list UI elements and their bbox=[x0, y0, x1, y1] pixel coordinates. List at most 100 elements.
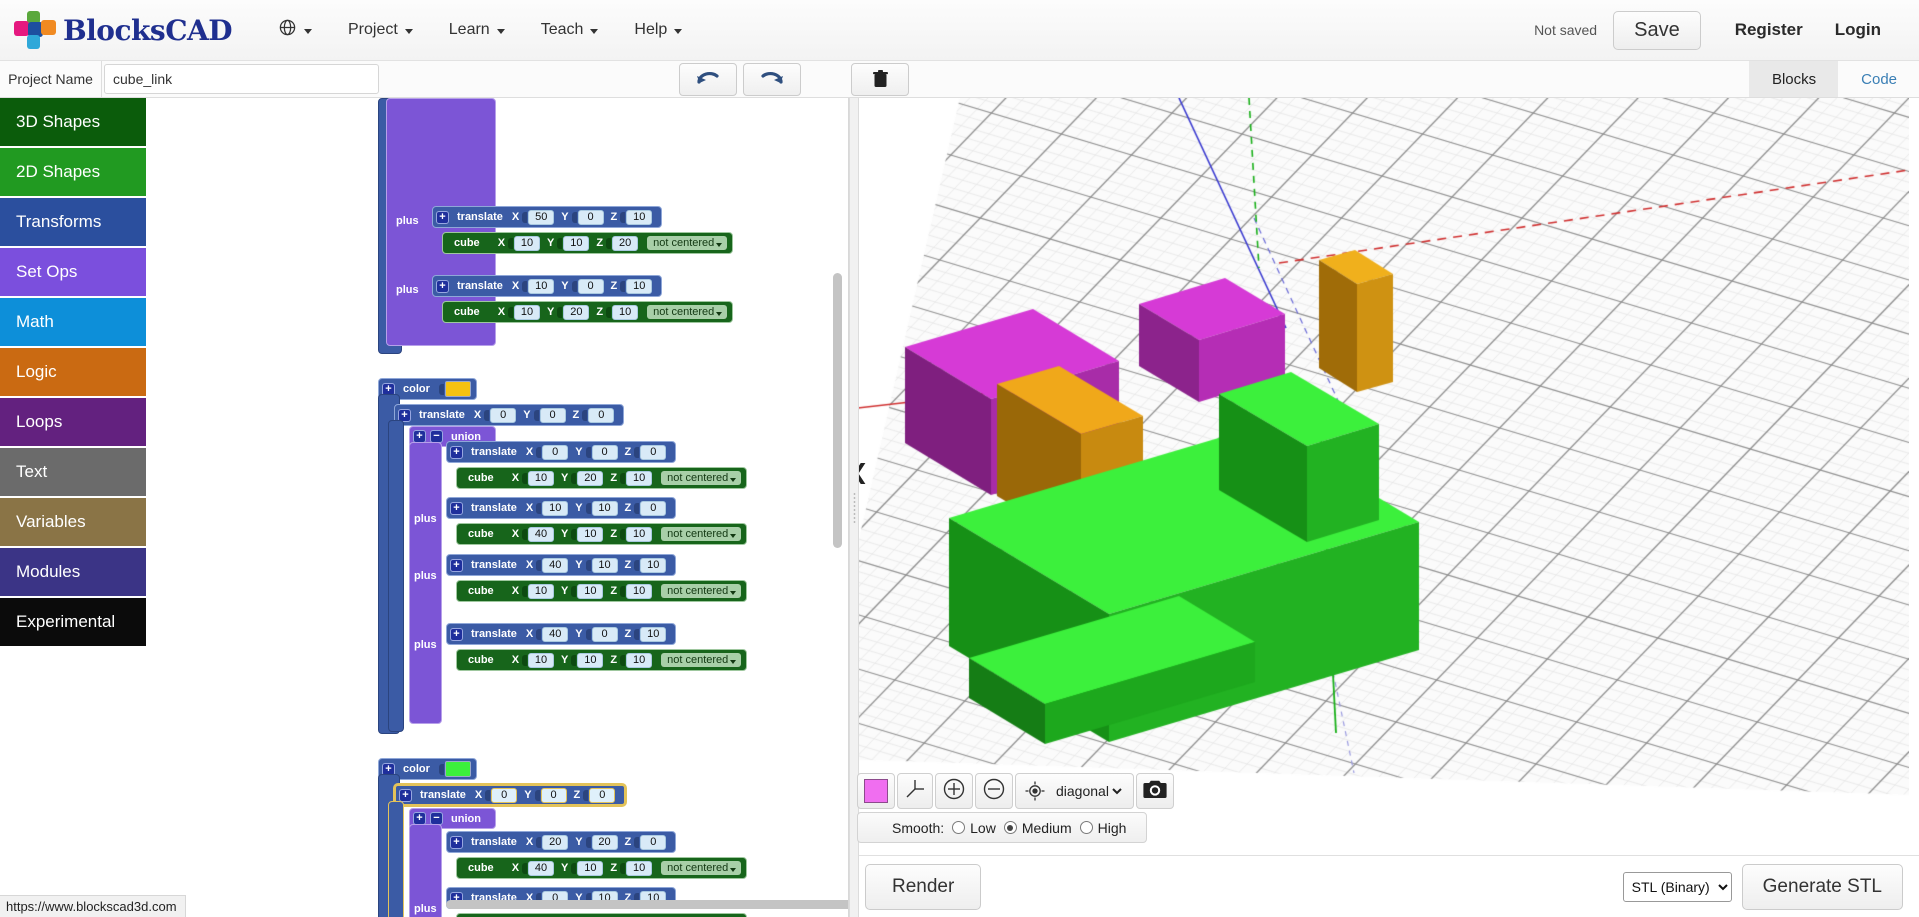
num-field[interactable]: 20 bbox=[612, 235, 639, 251]
sidebar-item-set-ops[interactable]: Set Ops bbox=[0, 248, 146, 296]
num-field[interactable]: 20 bbox=[542, 834, 569, 850]
mutator-plus-icon[interactable]: + bbox=[450, 501, 463, 515]
workspace-vertical-scrollbar[interactable] bbox=[833, 273, 842, 548]
group3-translate-1[interactable]: + translate X 20 Y 20 Z 0 bbox=[446, 831, 677, 853]
nav-help[interactable]: Help bbox=[616, 12, 700, 48]
num-field[interactable]: 10 bbox=[577, 860, 604, 876]
sidebar-item-modules[interactable]: Modules bbox=[0, 548, 146, 596]
num-field[interactable]: 0 bbox=[539, 407, 566, 423]
group2-translate-2[interactable]: + translate X 10 Y 10 Z 0 bbox=[446, 497, 677, 519]
num-field[interactable]: 0 bbox=[589, 787, 616, 803]
centered-dropdown[interactable]: not centered bbox=[647, 236, 728, 250]
num-field[interactable]: 40 bbox=[528, 860, 555, 876]
num-field[interactable]: 10 bbox=[577, 652, 604, 668]
sidebar-item-transforms[interactable]: Transforms bbox=[0, 198, 146, 246]
num-field[interactable]: 0 bbox=[491, 787, 518, 803]
num-field[interactable]: 0 bbox=[577, 278, 604, 294]
num-field[interactable]: 10 bbox=[528, 583, 555, 599]
group2-translate-3[interactable]: + translate X 40 Y 10 Z 10 bbox=[446, 554, 677, 576]
centered-dropdown[interactable]: not centered bbox=[661, 653, 742, 667]
num-field[interactable]: 10 bbox=[626, 526, 653, 542]
radio-low[interactable] bbox=[952, 821, 966, 834]
smooth-option-medium[interactable]: Medium bbox=[1003, 820, 1072, 836]
workspace-horizontal-scrollbar[interactable] bbox=[446, 900, 848, 909]
group2-cube-3[interactable]: cube X 10 Y 10 Z 10 not centered bbox=[456, 580, 748, 602]
num-field[interactable]: 0 bbox=[591, 444, 618, 460]
num-field[interactable]: 10 bbox=[626, 470, 653, 486]
mutator-plus-icon[interactable]: + bbox=[450, 558, 463, 572]
num-field[interactable]: 0 bbox=[640, 500, 667, 516]
sidebar-item-text[interactable]: Text bbox=[0, 448, 146, 496]
group3-cube-1[interactable]: cube X 40 Y 10 Z 10 not centered bbox=[456, 857, 748, 879]
centered-dropdown[interactable]: not centered bbox=[647, 305, 728, 319]
group1-cube-2[interactable]: cube X 10 Y 20 Z 10 not centered bbox=[442, 301, 734, 323]
nav-learn[interactable]: Learn bbox=[431, 12, 523, 48]
smooth-option-high[interactable]: High bbox=[1079, 820, 1126, 836]
color-swatch[interactable] bbox=[444, 381, 471, 397]
smooth-option-low[interactable]: Low bbox=[952, 820, 996, 836]
num-field[interactable]: 10 bbox=[514, 235, 541, 251]
radio-high[interactable] bbox=[1079, 821, 1093, 834]
group2-cube-4[interactable]: cube X 10 Y 10 Z 10 not centered bbox=[456, 649, 748, 671]
num-field[interactable]: 10 bbox=[514, 304, 541, 320]
brand-logo[interactable]: BlocksCAD bbox=[14, 11, 232, 49]
num-field[interactable]: 10 bbox=[528, 278, 555, 294]
mutator-plus-icon[interactable]: + bbox=[436, 210, 449, 224]
centered-dropdown[interactable]: not centered bbox=[661, 584, 742, 598]
render-button[interactable]: Render bbox=[865, 863, 982, 910]
num-field[interactable]: 0 bbox=[540, 787, 567, 803]
num-field[interactable]: 10 bbox=[640, 626, 667, 642]
centered-dropdown[interactable]: not centered bbox=[661, 527, 742, 541]
num-field[interactable]: 40 bbox=[542, 557, 569, 573]
group2-outer-translate[interactable]: + translate X 0 Y 0 Z 0 bbox=[394, 404, 625, 426]
sidebar-item-variables[interactable]: Variables bbox=[0, 498, 146, 546]
sidebar-item-math[interactable]: Math bbox=[0, 298, 146, 346]
num-field[interactable]: 0 bbox=[542, 444, 569, 460]
num-field[interactable]: 0 bbox=[588, 407, 615, 423]
num-field[interactable]: 50 bbox=[528, 209, 555, 225]
login-link[interactable]: Login bbox=[1819, 12, 1897, 48]
num-field[interactable]: 0 bbox=[490, 407, 517, 423]
nav-project[interactable]: Project bbox=[330, 12, 431, 48]
num-field[interactable]: 10 bbox=[528, 470, 555, 486]
object-color-button[interactable] bbox=[857, 773, 895, 809]
delete-button[interactable] bbox=[851, 62, 909, 96]
num-field[interactable]: 10 bbox=[577, 583, 604, 599]
num-field[interactable]: 10 bbox=[626, 278, 653, 294]
tab-code[interactable]: Code bbox=[1838, 61, 1919, 97]
group2-translate-1[interactable]: + translate X 0 Y 0 Z 0 bbox=[446, 441, 677, 463]
group1-cube-1[interactable]: cube X 10 Y 10 Z 20 not centered bbox=[442, 232, 734, 254]
num-field[interactable]: 20 bbox=[591, 834, 618, 850]
mutator-plus-icon[interactable]: + bbox=[450, 835, 463, 849]
mutator-plus-icon[interactable]: + bbox=[450, 445, 463, 459]
sidebar-item-experimental[interactable]: Experimental bbox=[0, 598, 146, 646]
register-link[interactable]: Register bbox=[1719, 12, 1819, 48]
num-field[interactable]: 10 bbox=[577, 526, 604, 542]
mutator-plus-icon[interactable]: + bbox=[399, 788, 412, 802]
nav-language[interactable] bbox=[260, 9, 330, 51]
group2-cube-1[interactable]: cube X 10 Y 20 Z 10 not centered bbox=[456, 467, 748, 489]
num-field[interactable]: 10 bbox=[626, 583, 653, 599]
num-field[interactable]: 0 bbox=[577, 209, 604, 225]
group2-translate-4[interactable]: + translate X 40 Y 0 Z 10 bbox=[446, 623, 677, 645]
num-field[interactable]: 20 bbox=[563, 304, 590, 320]
save-button[interactable]: Save bbox=[1613, 10, 1701, 50]
generate-stl-button[interactable]: Generate STL bbox=[1741, 863, 1903, 910]
num-field[interactable]: 10 bbox=[612, 304, 639, 320]
num-field[interactable]: 10 bbox=[626, 209, 653, 225]
num-field[interactable]: 10 bbox=[591, 557, 618, 573]
group3-outer-translate[interactable]: + translate X 0 Y 0 Z 0 bbox=[394, 784, 627, 806]
view-angle-select[interactable]: diagonalfrontbackleftrighttopbottom bbox=[1052, 782, 1125, 800]
num-field[interactable]: 0 bbox=[640, 834, 667, 850]
redo-button[interactable] bbox=[743, 62, 801, 96]
group1-translate-2[interactable]: + translate X 10 Y 0 Z 10 bbox=[432, 275, 663, 297]
num-field[interactable]: 10 bbox=[626, 652, 653, 668]
sidebar-item-loops[interactable]: Loops bbox=[0, 398, 146, 446]
radio-medium[interactable] bbox=[1003, 821, 1017, 834]
nav-teach[interactable]: Teach bbox=[523, 12, 617, 48]
3d-viewport[interactable]: ❮ + − bbox=[849, 98, 1919, 917]
num-field[interactable]: 10 bbox=[640, 557, 667, 573]
num-field[interactable]: 10 bbox=[563, 235, 590, 251]
centered-dropdown[interactable]: not centered bbox=[661, 471, 742, 485]
sidebar-item-2d-shapes[interactable]: 2D Shapes bbox=[0, 148, 146, 196]
